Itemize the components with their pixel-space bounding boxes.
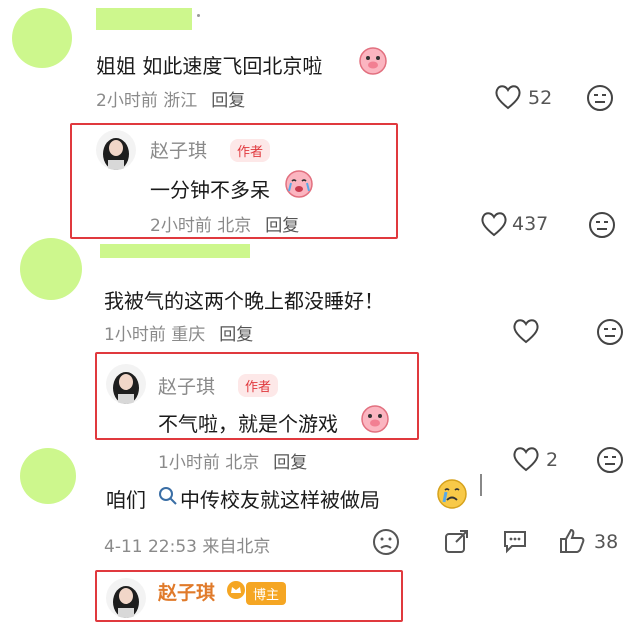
crying-emoji-icon	[284, 169, 314, 199]
dislike-face-icon[interactable]	[588, 211, 616, 239]
like-count: 52	[528, 87, 553, 109]
author-name[interactable]: 赵子琪	[158, 372, 215, 399]
commenter-name[interactable]	[96, 8, 192, 30]
post-datetime-location: 4-11 22:53 来自北京	[104, 537, 271, 557]
author-name[interactable]: 赵子琪	[158, 578, 215, 605]
comment-meta: 1小时前 北京 回复	[158, 448, 307, 473]
like-button[interactable]	[494, 84, 522, 110]
dislike-face-icon[interactable]	[596, 318, 624, 346]
dislike-face-icon[interactable]	[372, 528, 400, 556]
comment-text: 姐姐 如此速度飞回北京啦	[96, 54, 323, 78]
like-button[interactable]	[512, 318, 540, 344]
reply-meta: 2小时前 北京 回复	[150, 211, 299, 236]
post-text-rest: 中传校友就这样被做局	[180, 488, 380, 512]
like-button[interactable]	[512, 446, 540, 472]
like-count: 437	[512, 213, 549, 235]
sad-tear-emoji-icon	[436, 478, 468, 510]
time-location: 1小时前 北京	[158, 453, 260, 473]
reply-text: 不气啦，就是个游戏	[158, 412, 338, 436]
time-location: 1小时前 重庆	[104, 325, 206, 345]
dislike-face-icon[interactable]	[586, 84, 614, 112]
reply-button[interactable]: 回复	[219, 325, 253, 345]
thumbs-up-icon[interactable]	[558, 527, 586, 555]
like-count: 38	[594, 531, 619, 553]
search-icon[interactable]	[158, 486, 178, 506]
pig-emoji-icon	[360, 404, 390, 434]
post-text-prefix: 咱们	[106, 488, 146, 512]
author-avatar[interactable]	[106, 578, 146, 618]
reply-text: 一分钟不多呆	[150, 178, 270, 202]
author-avatar[interactable]	[96, 130, 136, 170]
reply-button[interactable]: 回复	[265, 216, 299, 236]
author-name[interactable]: 赵子琪	[150, 136, 207, 163]
post-text: 咱们	[106, 484, 146, 513]
author-tag: 作者	[230, 139, 271, 162]
author-avatar[interactable]	[106, 364, 146, 404]
commenter-avatar[interactable]	[20, 238, 82, 300]
commenter-avatar[interactable]	[20, 448, 76, 504]
reply-button[interactable]: 回复	[211, 91, 245, 111]
dislike-face-icon[interactable]	[596, 446, 624, 474]
comment-icon[interactable]	[502, 528, 528, 554]
name-dot	[197, 14, 200, 17]
like-count: 2	[546, 449, 559, 471]
time-location: 2小时前 北京	[150, 216, 252, 236]
pig-emoji-icon	[358, 46, 388, 76]
comment-text: 我被气的这两个晚上都没睡好！	[104, 289, 384, 313]
crown-icon	[226, 580, 246, 600]
commenter-avatar[interactable]	[12, 8, 72, 68]
reply-button[interactable]: 回复	[273, 453, 307, 473]
share-icon[interactable]	[444, 528, 470, 554]
like-button[interactable]	[480, 211, 508, 237]
comment-meta: 2小时前 浙江 回复	[96, 86, 245, 111]
commenter-name[interactable]	[100, 244, 250, 258]
text-cursor	[480, 474, 482, 496]
comment-meta: 1小时前 重庆 回复	[104, 320, 253, 345]
author-tag: 作者	[238, 374, 279, 397]
time-location: 2小时前 浙江	[96, 91, 198, 111]
blogger-tag: 博主	[246, 582, 287, 605]
